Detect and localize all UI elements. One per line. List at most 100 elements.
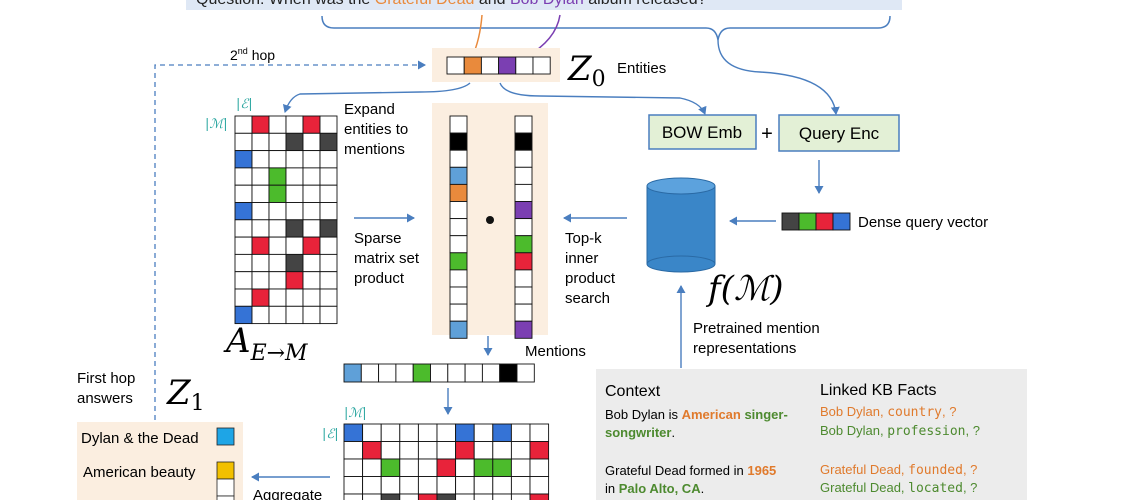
z0-cell xyxy=(446,56,465,75)
dense-vector-cell xyxy=(514,115,533,134)
matrix-a-cell xyxy=(234,167,253,186)
z0-symbol: Z0 xyxy=(567,49,606,92)
entities-label: Entities xyxy=(617,60,666,77)
sparse-vector-cell xyxy=(449,218,468,237)
sparse-matrix-b xyxy=(343,423,550,500)
expand-label: Expand entities to mentions xyxy=(344,101,412,158)
matrix-b-cell xyxy=(529,423,550,442)
matrix-a-cell xyxy=(285,253,304,273)
matrix-a-cell xyxy=(302,236,321,255)
matrix-b-cell xyxy=(510,458,531,477)
matrix-a-cell xyxy=(285,150,304,169)
matrix-a-cell xyxy=(251,271,270,290)
matrix-a-cell xyxy=(234,253,253,273)
sparse-vector-cell xyxy=(449,166,468,185)
matrix-b-col-set: |ℳ| xyxy=(344,406,367,421)
matrix-a-cell xyxy=(319,288,338,307)
z0-vector xyxy=(432,48,560,82)
matrix-a-cell xyxy=(268,219,287,238)
matrix-a-cell xyxy=(285,167,304,186)
matrix-b-cell xyxy=(455,441,475,460)
matrix-b-cell xyxy=(436,423,457,442)
matrix-a-cell xyxy=(268,202,287,221)
matrix-b-cell xyxy=(343,458,364,477)
matrix-a-row-set: |ℳ| xyxy=(205,117,228,132)
answer-2-cell xyxy=(216,461,235,480)
matrix-b-cell xyxy=(529,476,550,495)
matrix-b-cell xyxy=(343,441,364,460)
matrix-a-cell xyxy=(251,150,270,169)
matrix-a-cell xyxy=(251,202,270,221)
z0-cell xyxy=(498,56,517,75)
matrix-b-cell xyxy=(436,493,457,500)
matrix-b-cell xyxy=(455,423,475,442)
dense-query-vector xyxy=(781,212,851,231)
matrix-a-cell xyxy=(268,271,287,290)
z0-cell xyxy=(532,56,551,75)
answer-2-label: American beauty xyxy=(83,464,196,481)
dense-vector-cell xyxy=(514,149,533,168)
matrix-a-cell xyxy=(302,253,321,273)
matrix-b-cell xyxy=(399,423,419,442)
dense-vector-cell xyxy=(514,183,533,202)
matrix-b-cell xyxy=(473,441,494,460)
matrix-b-cell xyxy=(343,423,364,442)
sparse-vector-cell xyxy=(449,252,468,271)
matrix-b-cell xyxy=(436,441,457,460)
bow-emb-label: BOW Emb xyxy=(662,123,742,142)
matrix-a-cell xyxy=(302,219,321,238)
context-line-2b: in Palo Alto, CA. xyxy=(605,481,704,496)
matrix-a-cell xyxy=(234,219,253,238)
sparse-vector-cell xyxy=(449,269,468,288)
query-enc-label: Query Enc xyxy=(799,124,880,143)
matrix-a-cell xyxy=(251,132,270,152)
matrix-b-cell xyxy=(380,423,401,442)
matrix-b-cell xyxy=(529,458,550,477)
mentions-vector-cell xyxy=(412,363,431,383)
context-panel: Context Linked KB Facts Bob Dylan is Ame… xyxy=(596,369,1027,500)
sparse-vector-cell xyxy=(449,149,468,168)
z0-cell xyxy=(515,56,534,75)
matrix-a-cell xyxy=(251,184,270,203)
mention-index-cylinder xyxy=(646,177,716,273)
matrix-a-cell xyxy=(285,271,304,290)
matrix-a-cell xyxy=(285,115,304,134)
f-m-symbol: f(ℳ) xyxy=(705,269,783,309)
facts-header: Linked KB Facts xyxy=(820,382,937,399)
query-vector-cell xyxy=(798,212,817,231)
matrix-b-cell xyxy=(436,458,457,477)
matrix-b-cell xyxy=(399,441,419,460)
matrix-a-cell xyxy=(302,167,321,186)
question-brace xyxy=(321,15,891,41)
mentions-vector-cell xyxy=(516,363,535,383)
matrix-a-cell xyxy=(319,219,338,238)
matrix-b-cell xyxy=(417,458,438,477)
matrix-b-cell xyxy=(492,441,512,460)
matrix-a-cell xyxy=(302,305,321,325)
matrix-a-cell xyxy=(285,236,304,255)
question-banner: Question: When was the Grateful Dead and… xyxy=(186,0,902,10)
matrix-a-cell xyxy=(251,253,270,273)
matrix-a-cell xyxy=(234,271,253,290)
matrix-b-cell xyxy=(492,458,512,477)
matrix-a-cell xyxy=(319,202,338,221)
matrix-a-cell xyxy=(319,115,338,134)
matrix-b-cell xyxy=(510,423,531,442)
matrix-b-row-set: |ℰ| xyxy=(322,427,339,442)
matrix-a-cell xyxy=(285,202,304,221)
matrix-b-cell xyxy=(399,458,419,477)
mentions-vector-cell xyxy=(395,363,414,383)
matrix-b-cell xyxy=(362,458,382,477)
matrix-b-cell xyxy=(455,493,475,500)
matrix-a-col-set: |ℰ| xyxy=(236,97,253,112)
matrix-a-cell xyxy=(268,288,287,307)
matrix-a-cell xyxy=(302,288,321,307)
mentions-vector-cell xyxy=(360,363,380,383)
mentions-vector-cell xyxy=(481,363,501,383)
matrix-b-cell xyxy=(362,476,382,495)
z0-cell xyxy=(480,56,500,75)
answer-4-cell xyxy=(216,495,235,500)
sparse-matrix-a xyxy=(234,115,338,325)
sparse-vector-cell xyxy=(449,132,468,151)
matrix-a-cell xyxy=(302,132,321,152)
